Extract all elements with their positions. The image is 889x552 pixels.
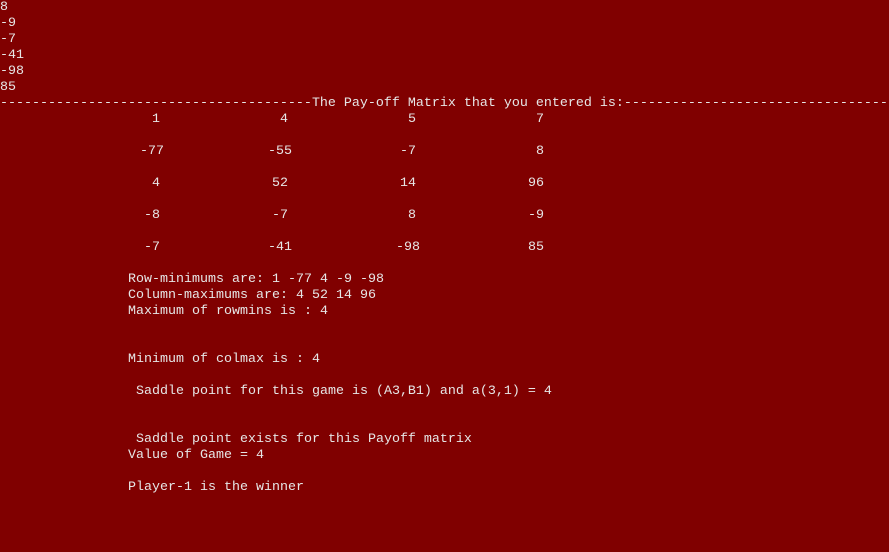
matrix-cell: 5 xyxy=(408,112,416,127)
matrix-cell: -55 xyxy=(268,144,292,159)
input-echo-line: -41 xyxy=(0,48,24,63)
matrix-cell: 7 xyxy=(536,112,544,127)
matrix-cell: -77 xyxy=(140,144,164,159)
matrix-cell: -7 xyxy=(272,208,288,223)
input-echo-line: -9 xyxy=(0,16,16,31)
min-of-colmax: Minimum of colmax is : 4 xyxy=(128,352,320,367)
header-left-rule: --------------------------------------- xyxy=(0,96,312,111)
column-maximums: Column-maximums are: 4 52 14 96 xyxy=(128,288,376,303)
matrix-cell: 8 xyxy=(408,208,416,223)
matrix-cell: 96 xyxy=(528,176,544,191)
winner: Player-1 is the winner xyxy=(128,480,304,495)
input-echo-line: -98 xyxy=(0,64,24,79)
matrix-header: ---------------------------------------T… xyxy=(0,96,888,112)
header-right-rule: --------------------------------- xyxy=(623,96,888,111)
header-title: The Pay-off Matrix that you entered is: xyxy=(311,96,624,111)
matrix-cell: 52 xyxy=(272,176,288,191)
max-of-rowmins: Maximum of rowmins is : 4 xyxy=(128,304,328,319)
matrix-cell: -7 xyxy=(400,144,416,159)
row-minimums: Row-minimums are: 1 -77 4 -9 -98 xyxy=(128,272,384,287)
matrix-cell: -8 xyxy=(144,208,160,223)
saddle-point: Saddle point for this game is (A3,B1) an… xyxy=(128,384,552,399)
game-value: Value of Game = 4 xyxy=(128,448,264,463)
matrix-cell: 1 xyxy=(152,112,160,127)
matrix-cell: 8 xyxy=(536,144,544,159)
saddle-exists: Saddle point exists for this Payoff matr… xyxy=(128,432,472,447)
matrix-cell: -9 xyxy=(528,208,544,223)
matrix-cell: 14 xyxy=(400,176,416,191)
matrix-cell: -7 xyxy=(144,240,160,255)
matrix-cell: 4 xyxy=(280,112,288,127)
matrix-cell: 85 xyxy=(528,240,544,255)
input-echo-line: -7 xyxy=(0,32,16,47)
input-echo-line: 85 xyxy=(0,80,16,95)
matrix-cell: 4 xyxy=(152,176,160,191)
matrix-cell: -41 xyxy=(268,240,292,255)
matrix-cell: -98 xyxy=(396,240,420,255)
input-echo-line: 8 xyxy=(0,0,8,15)
